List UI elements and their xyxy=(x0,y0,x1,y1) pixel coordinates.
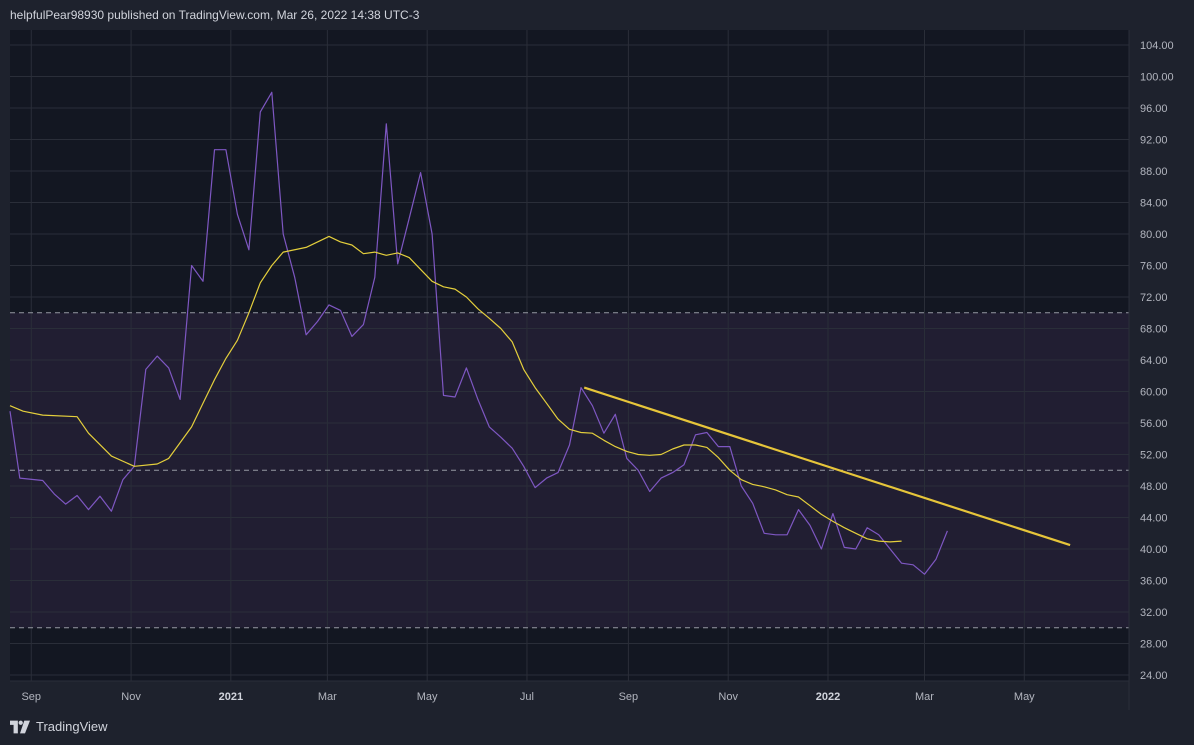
price-tick-label: 64.00 xyxy=(1140,355,1168,367)
time-tick-label: Mar xyxy=(318,691,337,703)
price-tick-label: 84.00 xyxy=(1140,198,1168,210)
price-tick-label: 52.00 xyxy=(1140,450,1168,462)
time-tick-label: Mar xyxy=(915,691,934,703)
time-tick-label: 2021 xyxy=(219,691,243,703)
price-tick-label: 40.00 xyxy=(1140,544,1168,556)
price-axis[interactable]: 104.00 100.00 96.00 92.00 88.00 84.00 80.00 76.… xyxy=(1140,40,1174,682)
time-tick-label: Sep xyxy=(21,691,41,703)
price-tick-label: 100.00 xyxy=(1140,72,1174,84)
price-tick-label: 36.00 xyxy=(1140,576,1168,588)
price-tick-label: 28.00 xyxy=(1140,639,1168,651)
tradingview-branding[interactable]: TradingView xyxy=(10,719,108,734)
price-tick-label: 88.00 xyxy=(1140,166,1168,178)
time-tick-label: Sep xyxy=(619,691,639,703)
time-tick-label: May xyxy=(1014,691,1035,703)
chart[interactable]: 104.00 100.00 96.00 92.00 88.00 84.00 80.00 76.… xyxy=(0,0,1194,710)
price-tick-label: 92.00 xyxy=(1140,135,1168,147)
tradingview-logo-icon xyxy=(10,720,30,733)
price-tick-label: 96.00 xyxy=(1140,103,1168,115)
price-tick-label: 32.00 xyxy=(1140,607,1168,619)
time-tick-label: Nov xyxy=(121,691,141,703)
time-axis[interactable]: Sep Nov 2021 Mar May Jul Sep Nov 2022 Mar May xyxy=(21,691,1035,703)
price-tick-label: 104.00 xyxy=(1140,40,1174,52)
time-tick-label: Nov xyxy=(718,691,738,703)
price-tick-label: 56.00 xyxy=(1140,418,1168,430)
price-tick-label: 60.00 xyxy=(1140,387,1168,399)
price-tick-label: 44.00 xyxy=(1140,513,1168,525)
time-tick-label: Jul xyxy=(520,691,534,703)
price-tick-label: 48.00 xyxy=(1140,481,1168,493)
time-tick-label: 2022 xyxy=(816,691,840,703)
price-tick-label: 76.00 xyxy=(1140,261,1168,273)
price-tick-label: 80.00 xyxy=(1140,229,1168,241)
time-tick-label: May xyxy=(417,691,438,703)
price-tick-label: 72.00 xyxy=(1140,292,1168,304)
price-tick-label: 24.00 xyxy=(1140,670,1168,682)
brand-name: TradingView xyxy=(36,719,108,734)
price-tick-label: 68.00 xyxy=(1140,324,1168,336)
